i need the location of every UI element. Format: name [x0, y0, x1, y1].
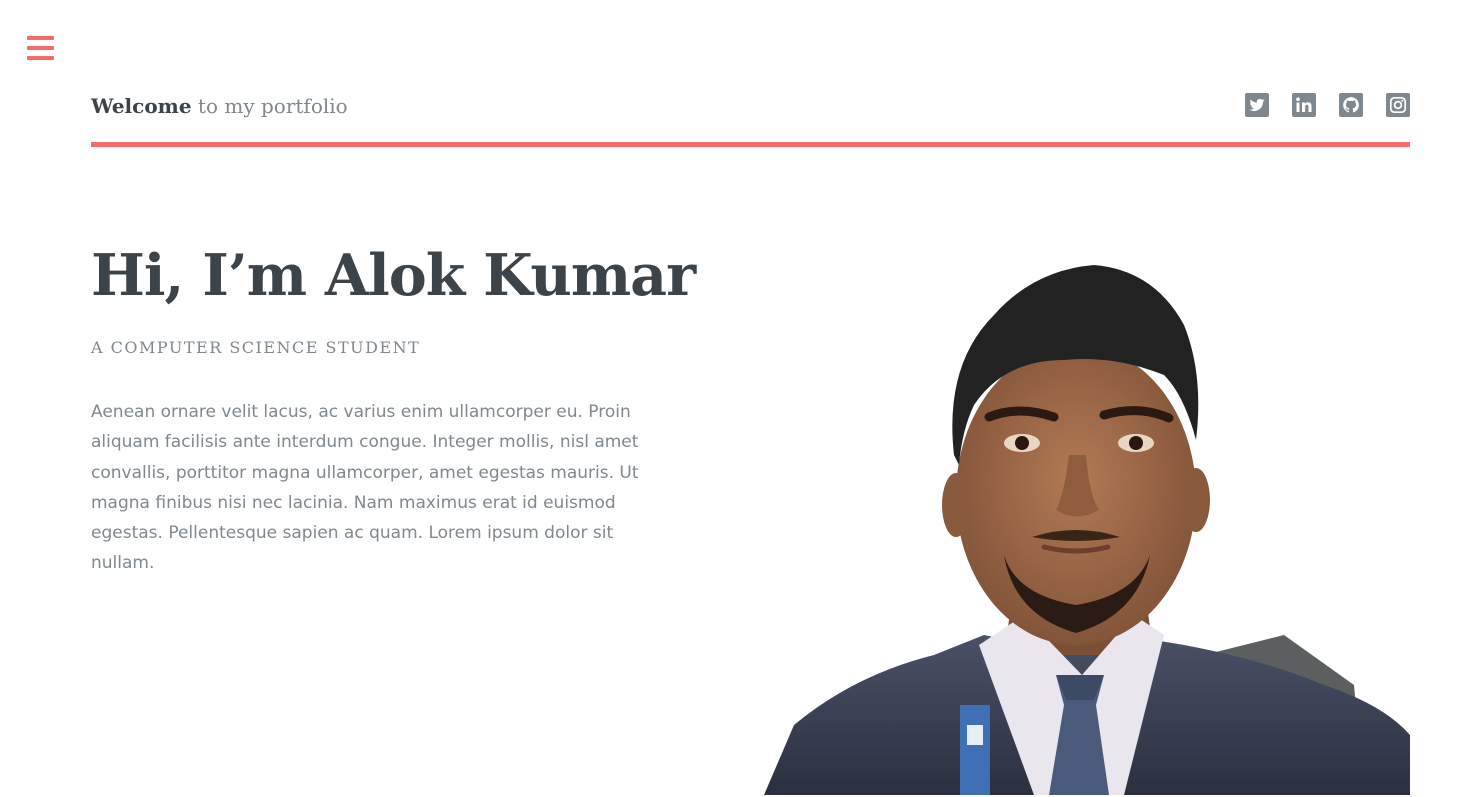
github-icon — [1339, 93, 1363, 117]
menu-toggle-button[interactable] — [27, 36, 54, 60]
instagram-link[interactable] — [1386, 93, 1410, 117]
logo-rest: to my portfolio — [191, 94, 348, 118]
github-link[interactable] — [1339, 93, 1363, 117]
banner-content: Hi, I’m Alok Kumar A COMPUTER SCIENCE ST… — [91, 236, 696, 579]
hamburger-menu-icon-bar — [27, 36, 54, 40]
hamburger-menu-icon-bar — [27, 56, 54, 60]
twitter-icon — [1245, 93, 1269, 117]
profile-photo — [764, 255, 1410, 795]
social-icons — [1245, 93, 1410, 117]
instagram-icon — [1386, 93, 1410, 117]
hero-subtitle: A COMPUTER SCIENCE STUDENT — [91, 338, 421, 357]
linkedin-icon — [1292, 93, 1316, 117]
hero-body-text: Aenean ornare velit lacus, ac varius eni… — [91, 402, 639, 574]
hero-title: Hi, I’m Alok Kumar — [91, 242, 696, 309]
logo-strong: Welcome — [91, 94, 192, 118]
linkedin-link[interactable] — [1292, 93, 1316, 117]
site-header: Welcome to my portfolio — [91, 85, 1410, 147]
logo-link[interactable]: Welcome to my portfolio — [91, 94, 348, 118]
twitter-link[interactable] — [1245, 93, 1269, 117]
profile-photo-illustration — [764, 265, 1410, 795]
hamburger-menu-icon-bar — [27, 46, 54, 50]
